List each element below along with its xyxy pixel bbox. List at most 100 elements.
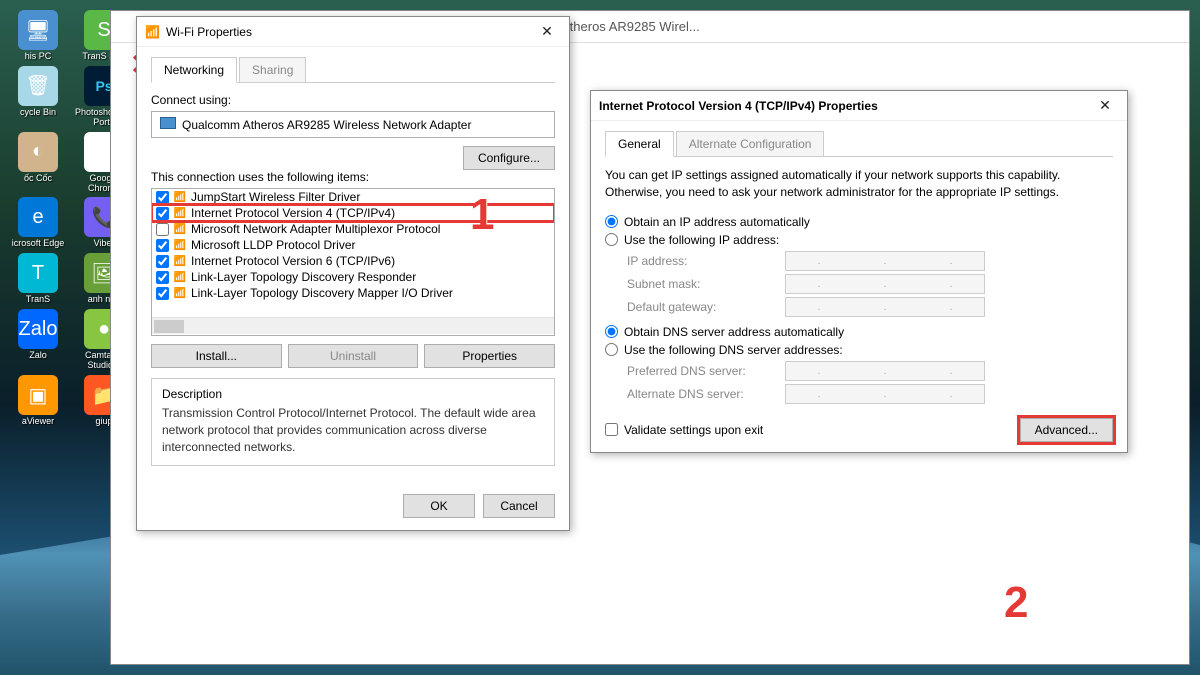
- adapter-box: Qualcomm Atheros AR9285 Wireless Network…: [151, 111, 555, 138]
- network-icon: 📶: [173, 206, 187, 220]
- icon-label: ốc Cốc: [24, 174, 52, 184]
- desktop-icon[interactable]: ▣ aViewer: [8, 375, 68, 427]
- gateway-input[interactable]: ...: [785, 297, 985, 317]
- ip-auto-label: Obtain an IP address automatically: [624, 215, 810, 229]
- items-label: This connection uses the following items…: [151, 170, 555, 184]
- description-text: Transmission Control Protocol/Internet P…: [162, 405, 544, 455]
- dialog-title: Internet Protocol Version 4 (TCP/IPv4) P…: [599, 99, 878, 113]
- ip-auto-radio[interactable]: Obtain an IP address automatically: [605, 215, 1113, 229]
- ip-group: Obtain an IP address automatically Use t…: [605, 215, 1113, 317]
- subnet-mask-label: Subnet mask:: [627, 277, 777, 291]
- adapter-name: Qualcomm Atheros AR9285 Wireless Network…: [182, 118, 471, 132]
- network-icon: 📶: [173, 270, 187, 284]
- item-checkbox[interactable]: [156, 207, 169, 220]
- info-text: You can get IP settings assigned automat…: [605, 167, 1113, 201]
- configure-button[interactable]: Configure...: [463, 146, 555, 170]
- protocol-item[interactable]: 📶 Link-Layer Topology Discovery Mapper I/…: [152, 285, 554, 301]
- item-label: Link-Layer Topology Discovery Mapper I/O…: [191, 286, 453, 300]
- item-label: JumpStart Wireless Filter Driver: [191, 190, 360, 204]
- dialog-title-text: Wi-Fi Properties: [166, 25, 252, 39]
- item-label: Internet Protocol Version 4 (TCP/IPv4): [191, 206, 395, 220]
- ok-button[interactable]: OK: [403, 494, 475, 518]
- description-label: Description: [162, 387, 544, 401]
- advanced-button[interactable]: Advanced...: [1020, 418, 1113, 442]
- desktop-icon[interactable]: T TranS: [8, 253, 68, 305]
- ip-manual-label: Use the following IP address:: [624, 233, 779, 247]
- tabs: General Alternate Configuration: [605, 131, 1113, 157]
- tab-general[interactable]: General: [605, 131, 674, 157]
- wifi-properties-dialog: 📶 Wi-Fi Properties ✕ Networking Sharing …: [136, 16, 570, 531]
- network-icon: 📶: [173, 286, 187, 300]
- item-checkbox[interactable]: [156, 271, 169, 284]
- protocol-item[interactable]: 📶Internet Protocol Version 6 (TCP/IPv6): [152, 253, 554, 269]
- desktop-icon[interactable]: Zalo Zalo: [8, 309, 68, 371]
- subnet-mask-input[interactable]: ...: [785, 274, 985, 294]
- app-icon: ▣: [18, 375, 58, 415]
- network-icon: 📶: [173, 222, 187, 236]
- icon-label: Zalo: [29, 351, 47, 361]
- item-checkbox[interactable]: [156, 191, 169, 204]
- dns-manual-radio[interactable]: Use the following DNS server addresses:: [605, 343, 1113, 357]
- tab-networking[interactable]: Networking: [151, 57, 237, 83]
- network-icon: 📶: [173, 238, 187, 252]
- item-checkbox[interactable]: [156, 255, 169, 268]
- tab-sharing[interactable]: Sharing: [239, 57, 306, 82]
- desktop-icon[interactable]: ◐ốc Cốc: [8, 132, 68, 194]
- item-label: Microsoft LLDP Protocol Driver: [191, 238, 356, 252]
- properties-button[interactable]: Properties: [424, 344, 555, 368]
- wifi-icon: 📶: [145, 25, 160, 39]
- validate-label: Validate settings upon exit: [624, 423, 763, 437]
- ip-address-input[interactable]: ...: [785, 251, 985, 271]
- dialog-title: 📶 Wi-Fi Properties: [145, 25, 252, 39]
- dns-alt-input[interactable]: ...: [785, 384, 985, 404]
- monitor-icon: [160, 117, 176, 132]
- validate-checkbox[interactable]: Validate settings upon exit: [605, 423, 763, 437]
- desktop-icon[interactable]: 🗑 cycle Bin: [8, 66, 68, 128]
- cancel-button[interactable]: Cancel: [483, 494, 555, 518]
- app-icon: 🗑: [18, 66, 58, 106]
- desktop-icon[interactable]: e icrosoft Edge: [8, 197, 68, 249]
- dns-auto-label: Obtain DNS server address automatically: [624, 325, 844, 339]
- dns-manual-label: Use the following DNS server addresses:: [624, 343, 843, 357]
- item-checkbox[interactable]: [156, 287, 169, 300]
- protocol-item[interactable]: 📶 Microsoft Network Adapter Multiplexor P…: [152, 221, 554, 237]
- app-icon: e: [18, 197, 58, 237]
- dialog-titlebar: Internet Protocol Version 4 (TCP/IPv4) P…: [591, 91, 1127, 121]
- dns-pref-label: Preferred DNS server:: [627, 364, 777, 378]
- protocol-item[interactable]: 📶 Link-Layer Topology Discovery Responder: [152, 269, 554, 285]
- app-icon: 🖥: [18, 10, 58, 50]
- protocol-item[interactable]: 📶 Microsoft LLDP Protocol Driver: [152, 237, 554, 253]
- close-button[interactable]: ✕: [529, 19, 565, 45]
- icon-label: icrosoft Edge: [12, 239, 65, 249]
- ip-manual-radio[interactable]: Use the following IP address:: [605, 233, 1113, 247]
- tabs: Networking Sharing: [151, 57, 555, 83]
- ipv4-properties-dialog: Internet Protocol Version 4 (TCP/IPv4) P…: [590, 90, 1128, 453]
- tab-alternate-configuration[interactable]: Alternate Configuration: [676, 131, 825, 156]
- icon-label: cycle Bin: [20, 108, 56, 118]
- protocol-list[interactable]: 📶JumpStart Wireless Filter Driver📶Intern…: [151, 188, 555, 336]
- horizontal-scrollbar[interactable]: [152, 317, 554, 334]
- item-label: Microsoft Network Adapter Multiplexor Pr…: [191, 222, 440, 236]
- item-checkbox[interactable]: [156, 239, 169, 252]
- dns-auto-radio[interactable]: Obtain DNS server address automatically: [605, 325, 1113, 339]
- uninstall-button[interactable]: Uninstall: [288, 344, 419, 368]
- app-icon: T: [18, 253, 58, 293]
- item-label: Link-Layer Topology Discovery Responder: [191, 270, 416, 284]
- desktop-icon[interactable]: 🖥 his PC: [8, 10, 68, 62]
- gateway-label: Default gateway:: [627, 300, 777, 314]
- app-icon: Zalo: [18, 309, 58, 349]
- description-group: Description Transmission Control Protoco…: [151, 378, 555, 466]
- network-icon: 📶: [173, 190, 187, 204]
- icon-label: TranS: [26, 295, 50, 305]
- item-label: Internet Protocol Version 6 (TCP/IPv6): [191, 254, 395, 268]
- install-button[interactable]: Install...: [151, 344, 282, 368]
- dns-pref-input[interactable]: ...: [785, 361, 985, 381]
- item-checkbox[interactable]: [156, 223, 169, 236]
- ip-address-label: IP address:: [627, 254, 777, 268]
- protocol-item[interactable]: 📶 JumpStart Wireless Filter Driver: [152, 189, 554, 205]
- icon-label: his PC: [25, 52, 52, 62]
- close-button[interactable]: ✕: [1087, 93, 1123, 119]
- icon-label: aViewer: [22, 417, 54, 427]
- protocol-item[interactable]: 📶 Internet Protocol Version 4 (TCP/IPv4): [152, 205, 554, 221]
- dns-alt-label: Alternate DNS server:: [627, 387, 777, 401]
